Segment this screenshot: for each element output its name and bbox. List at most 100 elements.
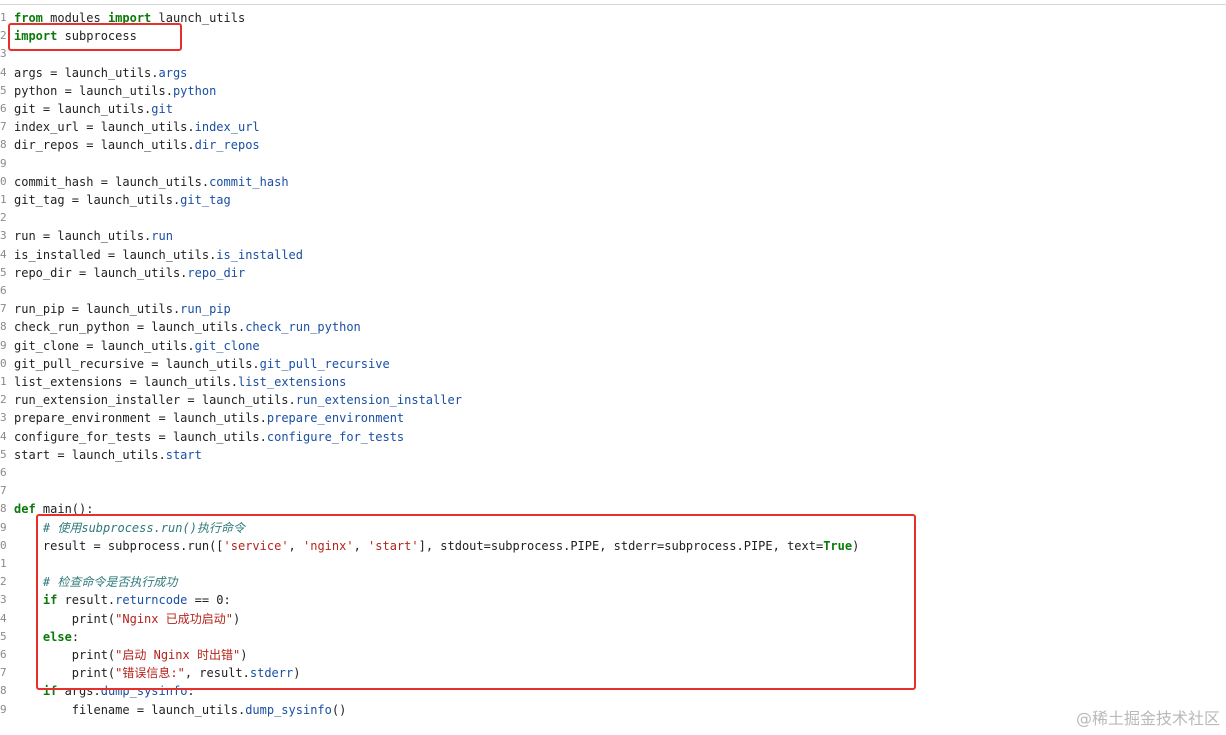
- code-line[interactable]: 4 configure_for_tests = launch_utils.conf…: [0, 428, 1226, 446]
- code-token: python = launch_utils.: [14, 83, 173, 98]
- code-token: "Nginx 已成功启动": [115, 611, 233, 626]
- code-line[interactable]: 8 check_run_python = launch_utils.check_r…: [0, 318, 1226, 336]
- code-token: index_url = launch_utils.: [14, 120, 195, 135]
- code-text: filename = launch_utils.dump_sysinfo(): [14, 701, 347, 719]
- code-text: else:: [14, 628, 79, 646]
- code-line[interactable]: 5 else:: [0, 628, 1226, 646]
- code-token: , result.: [184, 666, 250, 681]
- code-token: git = launch_utils.: [14, 102, 152, 116]
- code-line[interactable]: 7 run_pip = launch_utils.run_pip: [0, 300, 1226, 318]
- line-number: 8: [0, 684, 7, 698]
- code-line[interactable]: 3 if result.returncode == 0:: [0, 591, 1226, 609]
- code-token: configure_for_tests = launch_utils.: [14, 429, 267, 444]
- code-text: # 使用subprocess.run()执行命令: [14, 519, 245, 537]
- code-line[interactable]: 9 # 使用subprocess.run()执行命令: [0, 519, 1226, 537]
- code-token: args = launch_utils.: [14, 65, 159, 80]
- code-token: prepare_environment: [266, 411, 405, 426]
- code-line[interactable]: 4 args = launch_utils.args: [0, 64, 1226, 82]
- line-number: 8: [0, 138, 7, 152]
- code-text: git_pull_recursive = launch_utils.git_pu…: [14, 355, 390, 373]
- code-line[interactable]: 0 result = subprocess.run(['service', 'n…: [0, 537, 1226, 555]
- code-text: python = launch_utils.python: [14, 82, 216, 100]
- code-line[interactable]: 9: [0, 155, 1226, 173]
- line-number: 7: [0, 666, 7, 680]
- code-token: filename = launch_utils.: [14, 702, 246, 717]
- code-token: run_pip: [180, 302, 231, 317]
- line-number: 1: [0, 557, 7, 570]
- code-token: :: [187, 684, 195, 699]
- code-line[interactable]: 0 commit_hash = launch_utils.commit_hash: [0, 173, 1226, 191]
- code-text: run_extension_installer = launch_utils.r…: [14, 391, 462, 409]
- line-number: 5: [0, 83, 7, 97]
- code-line[interactable]: 3 prepare_environment = launch_utils.prep…: [0, 409, 1226, 427]
- code-line[interactable]: 7 index_url = launch_utils.index_url: [0, 118, 1226, 136]
- line-number: 8: [0, 320, 7, 334]
- line-number: 0: [0, 538, 7, 552]
- line-number: 6: [0, 102, 7, 115]
- code-text: result = subprocess.run(['service', 'ngi…: [14, 537, 859, 555]
- code-line[interactable]: 8 def main():: [0, 500, 1226, 518]
- line-number: 4: [0, 429, 7, 443]
- code-line[interactable]: 4 is_installed = launch_utils.is_installe…: [0, 246, 1226, 264]
- code-line[interactable]: 7: [0, 482, 1226, 500]
- code-token: ): [232, 611, 241, 626]
- code-line[interactable]: 2: [0, 209, 1226, 227]
- code-token: prepare_environment = launch_utils.: [14, 411, 267, 426]
- code-line[interactable]: 3: [0, 45, 1226, 63]
- code-line[interactable]: 3 run = launch_utils.run: [0, 227, 1226, 245]
- line-number: 3: [0, 47, 7, 61]
- line-number: 2: [0, 211, 7, 225]
- code-line[interactable]: 0 git_pull_recursive = launch_utils.git_p…: [0, 355, 1226, 373]
- code-token: if: [42, 593, 58, 608]
- code-line[interactable]: 7 print("错误信息:", result.stderr): [0, 664, 1226, 682]
- top-divider: [0, 4, 1226, 5]
- code-line[interactable]: 1 list_extensions = launch_utils.list_ext…: [0, 373, 1226, 391]
- code-line[interactable]: 2 # 检查命令是否执行成功: [0, 573, 1226, 591]
- code-text: import subprocess: [14, 27, 137, 45]
- code-token: run: [151, 229, 173, 244]
- code-line[interactable]: 5 start = launch_utils.start: [0, 446, 1226, 464]
- code-text: if result.returncode == 0:: [14, 591, 231, 609]
- code-token: commit_hash: [209, 174, 289, 189]
- code-token: args: [158, 65, 188, 80]
- code-line[interactable]: 6 git = launch_utils.git: [0, 100, 1226, 118]
- code-line[interactable]: 2 import subprocess: [0, 27, 1226, 45]
- code-line[interactable]: 5 repo_dir = launch_utils.repo_dir: [0, 264, 1226, 282]
- code-line[interactable]: 5 python = launch_utils.python: [0, 82, 1226, 100]
- code-line[interactable]: 9 filename = launch_utils.dump_sysinfo(): [0, 701, 1226, 719]
- line-number: 0: [0, 174, 7, 188]
- code-line[interactable]: 2 run_extension_installer = launch_utils.…: [0, 391, 1226, 409]
- code-editor[interactable]: 1 from modules import launch_utils 2 import…: [0, 9, 1226, 735]
- code-line[interactable]: 9 git_clone = launch_utils.git_clone: [0, 337, 1226, 355]
- line-number: 1: [0, 193, 7, 206]
- code-token: run = launch_utils.: [14, 229, 152, 244]
- code-token: commit_hash = launch_utils.: [14, 174, 210, 189]
- code-token: is_installed: [216, 247, 303, 262]
- code-line[interactable]: 8 if args.dump_sysinfo:: [0, 682, 1226, 700]
- code-token: print(: [14, 611, 116, 626]
- line-number: 6: [0, 284, 7, 297]
- code-line[interactable]: 6: [0, 282, 1226, 300]
- code-line[interactable]: 6 print("启动 Nginx 时出错"): [0, 646, 1226, 664]
- code-line[interactable]: 1 from modules import launch_utils: [0, 9, 1226, 27]
- code-text: print("启动 Nginx 时出错"): [14, 646, 248, 664]
- line-number: 0: [0, 356, 7, 370]
- code-line[interactable]: 1 git_tag = launch_utils.git_tag: [0, 191, 1226, 209]
- code-line[interactable]: 8 dir_repos = launch_utils.dir_repos: [0, 136, 1226, 154]
- code-token: def: [14, 502, 36, 517]
- code-token: returncode: [115, 593, 188, 608]
- code-token: else: [42, 629, 72, 644]
- code-token: True: [823, 538, 853, 553]
- code-text: def main():: [14, 500, 93, 518]
- code-text: run_pip = launch_utils.run_pip: [14, 300, 231, 318]
- code-line[interactable]: 6: [0, 464, 1226, 482]
- code-line[interactable]: 4 print("Nginx 已成功启动"): [0, 610, 1226, 628]
- code-line[interactable]: 1: [0, 555, 1226, 573]
- code-text: commit_hash = launch_utils.commit_hash: [14, 173, 289, 191]
- line-number: 1: [0, 375, 7, 388]
- code-text: from modules import launch_utils: [14, 9, 245, 27]
- code-token: start = launch_utils.: [14, 447, 166, 462]
- code-text: prepare_environment = launch_utils.prepa…: [14, 409, 404, 427]
